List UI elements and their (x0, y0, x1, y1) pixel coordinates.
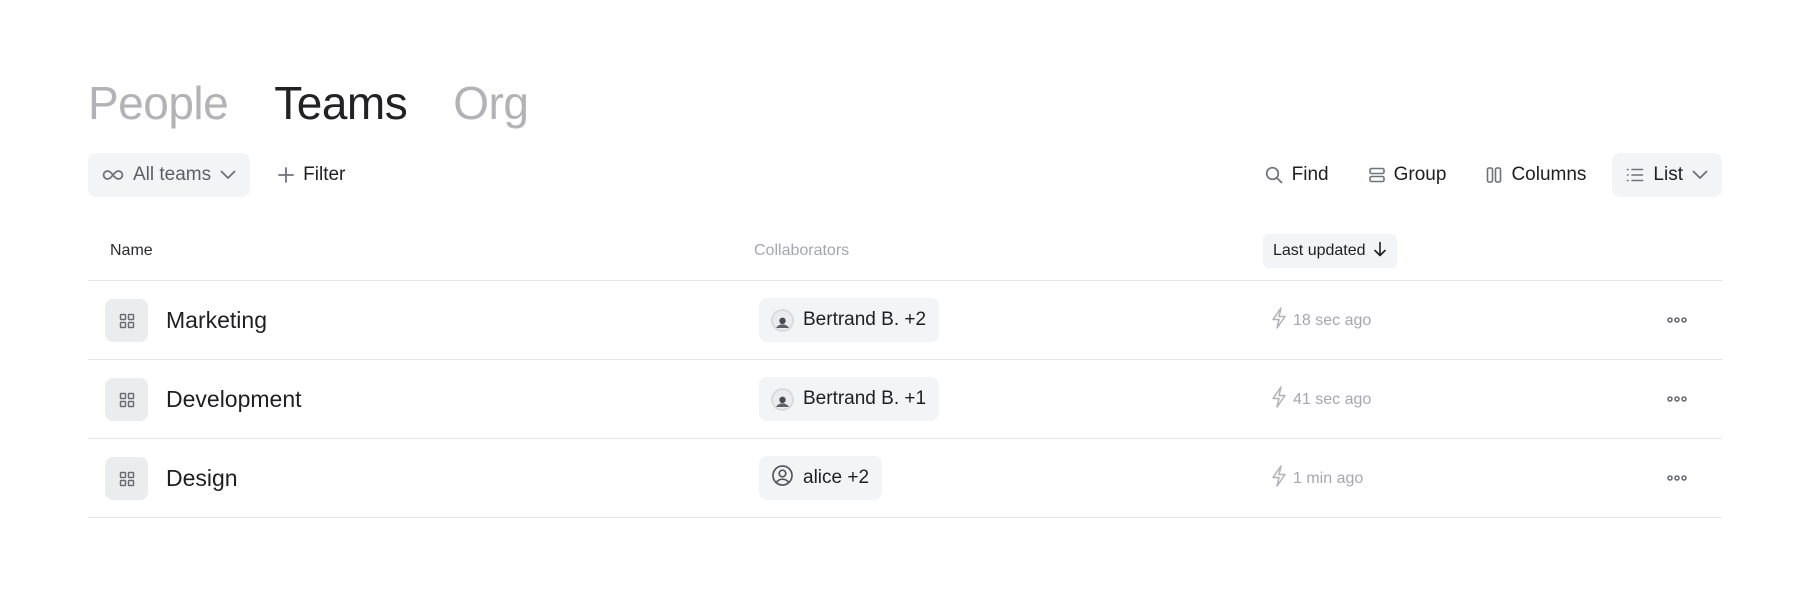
arrow-down-icon (1373, 241, 1387, 262)
collaborators-label: Bertrand B. +2 (803, 309, 927, 330)
toolbar: All teams Filter Find Group Columns List (88, 153, 1722, 197)
find-label: Find (1291, 164, 1329, 185)
teams-table: Name Collaborators Last updated Marketin… (88, 234, 1722, 518)
columns-label: Columns (1511, 164, 1587, 185)
team-name[interactable]: Marketing (166, 281, 267, 360)
collaborators-chip[interactable]: Bertrand B. +2 (759, 298, 940, 342)
filter-button[interactable]: Filter (264, 153, 359, 197)
columns-button[interactable]: Columns (1472, 153, 1600, 197)
collaborators-chip[interactable]: Bertrand B. +1 (759, 377, 940, 421)
section-tabs: People Teams Org (88, 74, 529, 132)
search-icon (1265, 166, 1283, 184)
table-row[interactable]: Development Bertrand B. +1 41 sec ago (88, 360, 1722, 439)
filter-label: Filter (303, 164, 346, 185)
lightning-icon (1271, 386, 1287, 413)
collaborators-chip[interactable]: alice +2 (759, 456, 883, 500)
all-teams-dropdown[interactable]: All teams (88, 153, 251, 197)
chevron-down-icon (1692, 170, 1708, 180)
table-row[interactable]: Design alice +2 1 min ago (88, 439, 1722, 518)
group-rows-icon (1368, 167, 1385, 183)
infinity-icon (102, 168, 124, 182)
group-button[interactable]: Group (1355, 153, 1461, 197)
more-horizontal-icon[interactable] (1662, 464, 1692, 492)
column-header-name[interactable]: Name (110, 234, 153, 268)
team-name[interactable]: Development (166, 360, 302, 439)
avatar (771, 387, 794, 411)
group-label: Group (1393, 164, 1447, 185)
grid-icon[interactable] (105, 457, 148, 500)
collaborators-label: alice +2 (803, 467, 870, 488)
tab-teams[interactable]: Teams (274, 74, 407, 132)
last-updated-text: 1 min ago (1293, 469, 1364, 487)
tab-people[interactable]: People (88, 74, 229, 132)
avatar (771, 308, 794, 332)
more-horizontal-icon[interactable] (1662, 385, 1692, 413)
all-teams-label: All teams (133, 164, 212, 185)
table-row[interactable]: Marketing Bertrand B. +2 18 sec ago (88, 281, 1722, 360)
collaborators-label: Bertrand B. +1 (803, 388, 927, 409)
find-button[interactable]: Find (1251, 153, 1343, 197)
column-header-collaborators[interactable]: Collaborators (754, 234, 849, 268)
last-updated-cell: 18 sec ago (1271, 281, 1371, 360)
grid-icon[interactable] (105, 299, 148, 342)
tab-org[interactable]: Org (453, 74, 529, 132)
view-label: List (1653, 164, 1683, 185)
last-updated-label: Last updated (1273, 242, 1366, 259)
list-icon (1626, 167, 1644, 183)
last-updated-text: 41 sec ago (1293, 390, 1372, 408)
user-circle-icon (771, 464, 794, 493)
last-updated-cell: 41 sec ago (1271, 360, 1371, 439)
view-list-dropdown[interactable]: List (1612, 153, 1722, 197)
plus-icon (278, 167, 295, 183)
columns-icon (1486, 167, 1502, 183)
lightning-icon (1271, 307, 1287, 334)
last-updated-text: 18 sec ago (1293, 311, 1372, 329)
last-updated-cell: 1 min ago (1271, 439, 1363, 518)
column-header-last-updated[interactable]: Last updated (1263, 234, 1397, 268)
more-horizontal-icon[interactable] (1662, 306, 1692, 334)
lightning-icon (1271, 465, 1287, 492)
team-name[interactable]: Design (166, 439, 238, 518)
table-header: Name Collaborators Last updated (88, 234, 1722, 281)
grid-icon[interactable] (105, 378, 148, 421)
chevron-down-icon (220, 170, 236, 180)
